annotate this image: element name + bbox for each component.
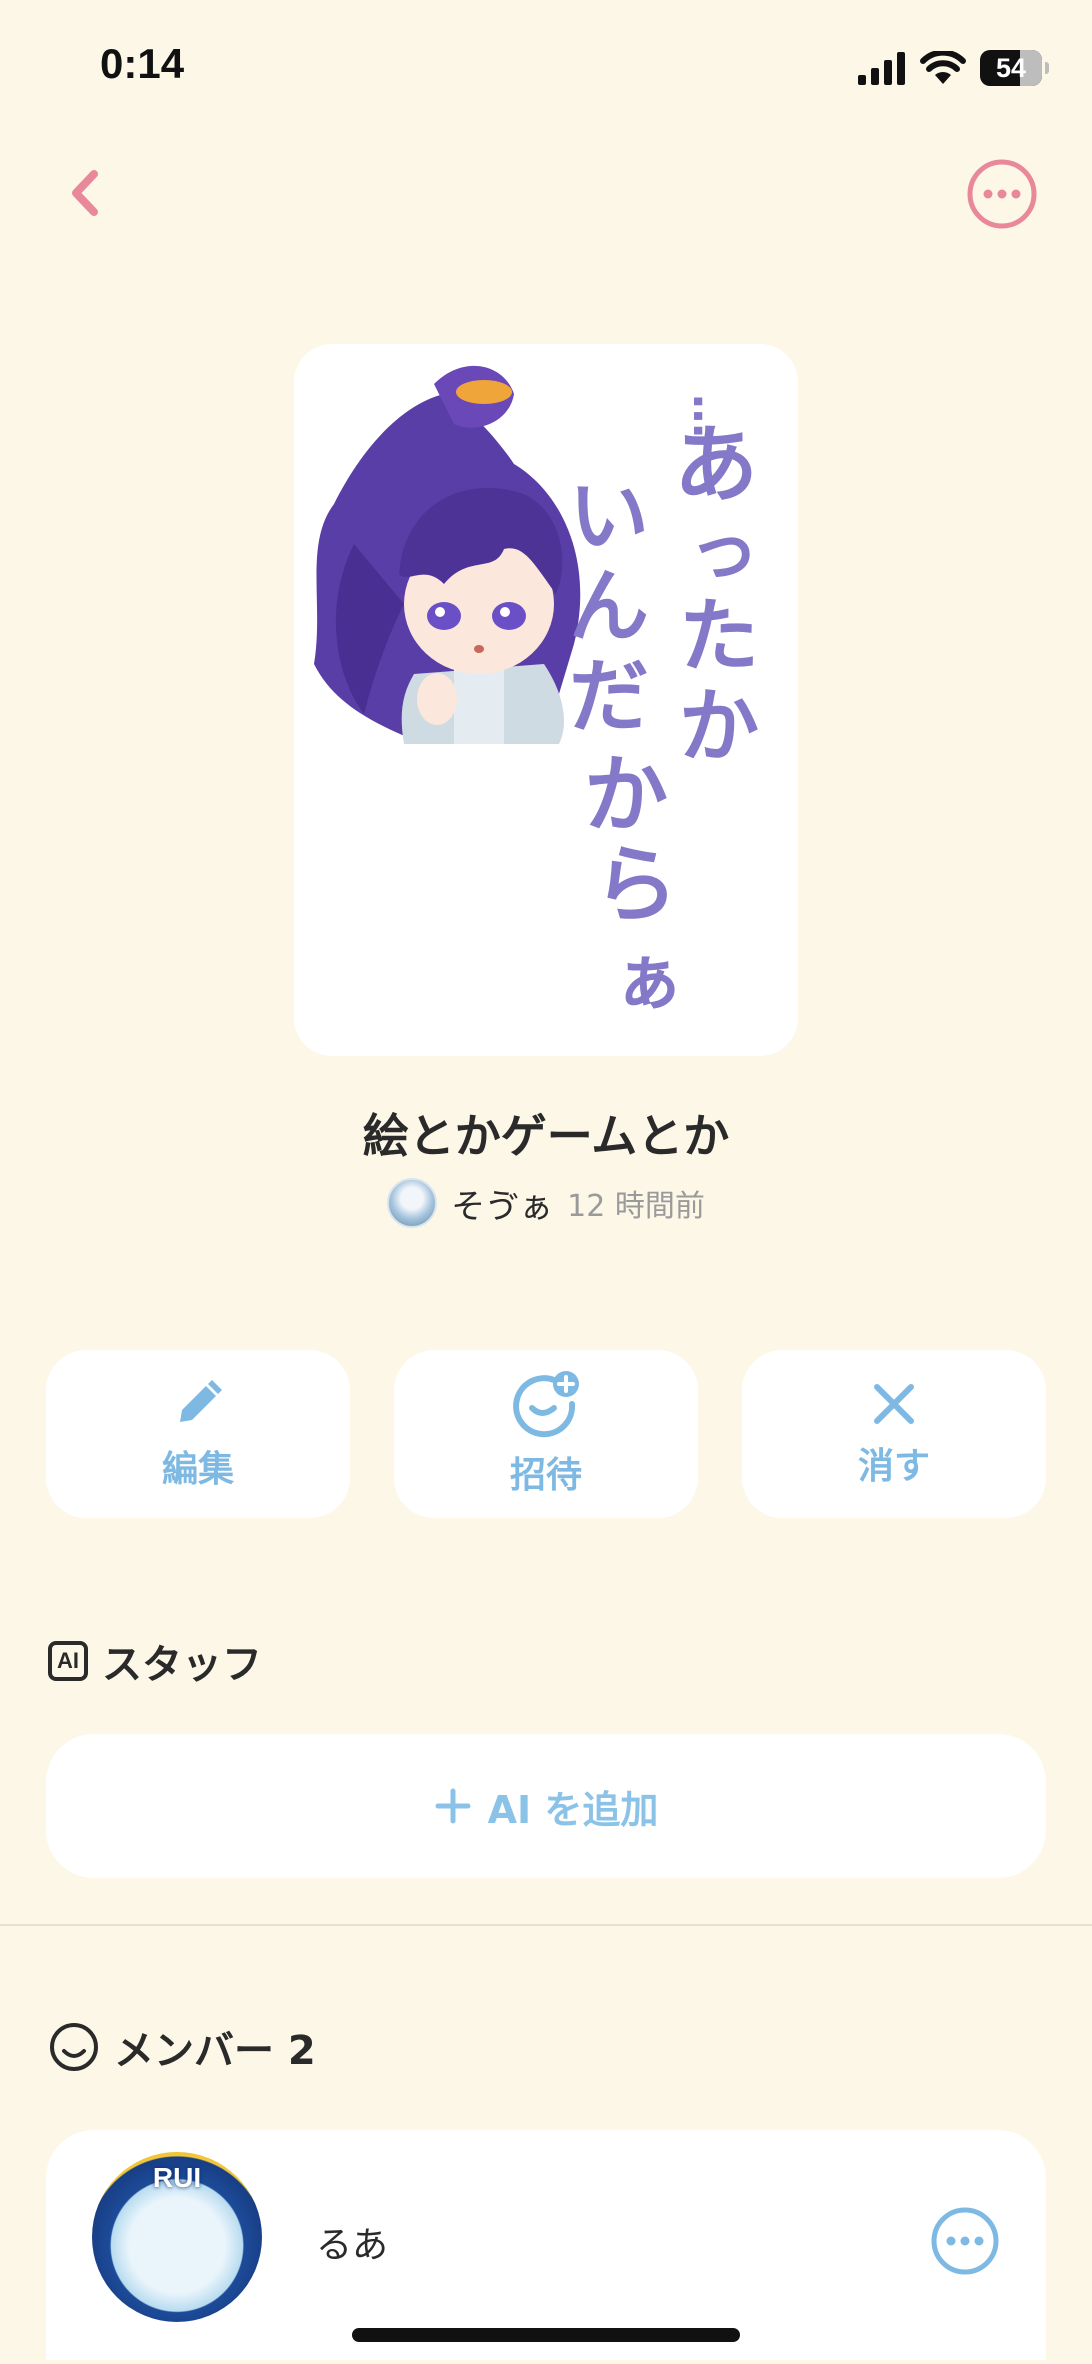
add-friend-icon	[513, 1371, 579, 1438]
status-time: 0:14	[100, 40, 185, 87]
invite-button[interactable]: 招待	[394, 1350, 698, 1518]
svg-text:ぁ: ぁ	[614, 939, 684, 1021]
updated-time: 12 時間前	[567, 1189, 705, 1224]
close-icon	[874, 1384, 914, 1424]
members-heading-label: メンバー 2	[114, 2028, 316, 2074]
battery-icon: 54	[980, 50, 1049, 86]
staff-heading: AI スタッフ	[48, 1632, 262, 1690]
wifi-icon	[920, 51, 966, 84]
signal-icon	[858, 52, 905, 85]
chevron-left-icon	[72, 170, 98, 216]
more-options-button[interactable]	[966, 158, 1038, 230]
svg-text:た: た	[679, 590, 759, 683]
svg-text:か: か	[584, 746, 668, 844]
member-more-button[interactable]	[930, 2206, 1000, 2276]
ellipsis-circle-icon	[931, 2207, 999, 2275]
delete-button[interactable]: 消す	[742, 1350, 1046, 1518]
owner-avatar[interactable]	[387, 1178, 438, 1228]
delete-label: 消す	[857, 1446, 930, 1487]
svg-text:だ: だ	[569, 650, 649, 743]
section-divider	[0, 1924, 1092, 1926]
home-indicator[interactable]	[352, 2328, 740, 2342]
battery-level: 54	[995, 52, 1027, 83]
staff-heading-label: スタッフ	[102, 1642, 262, 1688]
anime-character-illustration: … あ っ た か い ん だ か ら ぁ	[314, 365, 759, 1021]
member-name: るあ	[316, 2225, 389, 2266]
owner-name[interactable]: そゔぁ	[451, 1179, 553, 1228]
edit-label: 編集	[161, 1449, 234, 1490]
svg-text:か: か	[679, 680, 759, 773]
svg-text:っ: っ	[689, 509, 759, 591]
svg-text:い: い	[569, 470, 649, 563]
back-button[interactable]	[60, 160, 120, 226]
member-avatar[interactable]: RUI	[92, 2152, 262, 2322]
svg-text:ん: ん	[569, 560, 649, 653]
smile-icon	[50, 2023, 98, 2071]
edit-button[interactable]: 編集	[46, 1350, 350, 1518]
add-ai-button[interactable]: AI を追加	[46, 1734, 1046, 1878]
room-cover-image: … あ っ た か い ん だ か ら ぁ	[294, 344, 798, 1056]
room-title: 絵とかゲームとか	[362, 1109, 730, 1163]
plus-icon	[435, 1788, 471, 1824]
status-indicators: 54	[858, 46, 1049, 90]
svg-text:ら: ら	[594, 836, 678, 934]
member-avatar-text: RUI	[152, 2162, 202, 2193]
members-heading: メンバー 2	[48, 2018, 316, 2076]
room-meta: そゔぁ 12 時間前	[0, 1178, 1092, 1228]
pencil-icon	[180, 1380, 222, 1422]
ai-badge-icon: AI	[48, 1641, 88, 1681]
svg-text:あ: あ	[674, 416, 758, 514]
ellipsis-circle-icon	[967, 159, 1037, 229]
add-ai-label: AI を追加	[487, 1787, 659, 1832]
invite-label: 招待	[509, 1455, 582, 1496]
